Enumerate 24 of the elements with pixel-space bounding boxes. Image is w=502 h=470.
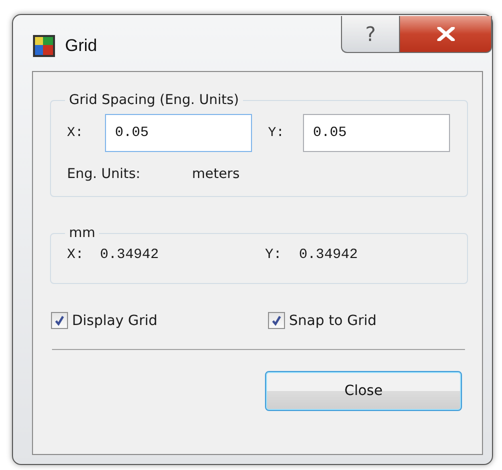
y-mm-value: 0.34942 [299, 247, 358, 263]
window-title: Grid [65, 36, 98, 56]
checkbox-label[interactable]: Display Grid [72, 312, 158, 328]
check-icon [54, 315, 65, 326]
y-label: Y: [268, 126, 286, 140]
x-label: X: [67, 247, 85, 263]
y-spacing-field[interactable]: 0.05 [303, 114, 450, 152]
checkbox[interactable] [268, 312, 285, 329]
close-button[interactable] [399, 16, 492, 53]
checkbox[interactable] [51, 312, 68, 329]
x-spacing-field[interactable]: 0.05 [105, 114, 252, 152]
x-label: X: [67, 126, 84, 140]
y-label: Y: [265, 247, 283, 263]
group-legend: Grid Spacing (Eng. Units) [65, 92, 243, 108]
close-dialog-button[interactable]: Close [265, 371, 462, 411]
units-label: Eng. Units: [67, 166, 142, 182]
help-button[interactable]: ? [341, 16, 399, 53]
units-value: meters [192, 166, 240, 182]
close-icon [436, 27, 454, 41]
checkbox-label[interactable]: Snap to Grid [289, 312, 377, 328]
check-icon [271, 315, 282, 326]
x-mm-value: 0.34942 [100, 247, 160, 263]
grid-app-icon [33, 35, 55, 57]
group-legend: mm [65, 225, 100, 241]
